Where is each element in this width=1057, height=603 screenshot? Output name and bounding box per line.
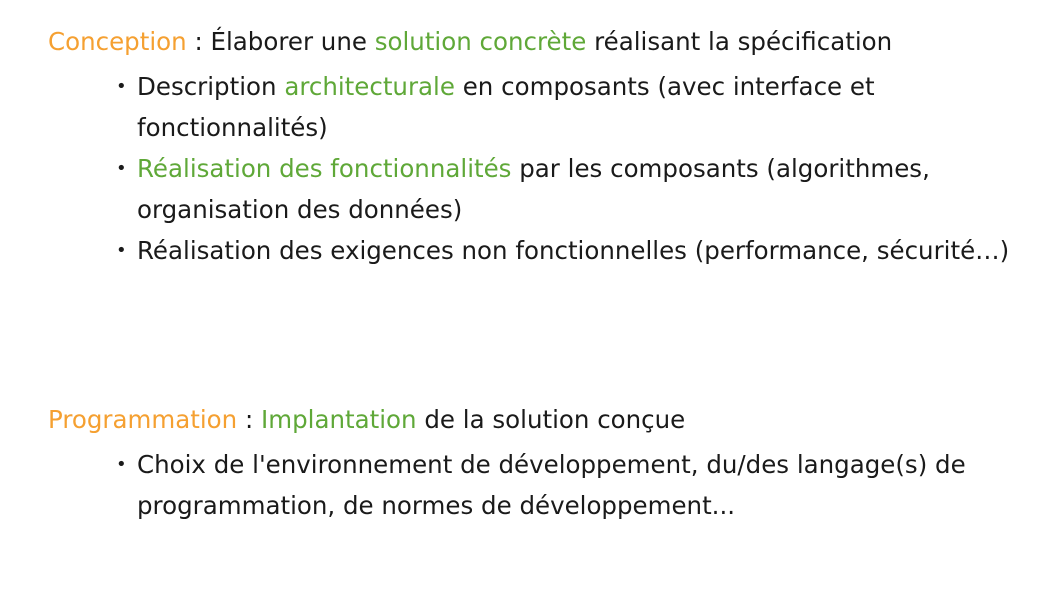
conception-text-post: réalisant la spécification [586,27,893,56]
programmation-section: Programmation : Implantation de la solut… [48,400,1028,526]
conception-bullet-1: • Description architecturale en composant… [116,66,1028,148]
conception-bullet-list: • Description architecturale en composant… [48,66,1028,271]
bullet-dot-icon: • [116,454,127,475]
programmation-highlight: Implantation [261,405,417,434]
conception-section: Conception : Élaborer une solution concr… [48,22,1028,271]
bullet-highlight: Réalisation des fonctionnalités [137,154,512,183]
programmation-bullet-1: • Choix de l'environnement de développeme… [116,444,1028,526]
slide: Conception : Élaborer une solution concr… [0,0,1057,603]
conception-bullet-3: • Réalisation des exigences non fonctionn… [116,230,1028,271]
bullet-dot-icon: • [116,76,127,97]
conception-heading: Conception : Élaborer une solution concr… [48,22,1028,62]
bullet-text: Choix de l'environnement de développemen… [137,450,966,520]
programmation-text-post: de la solution conçue [416,405,686,434]
conception-highlight: solution concrète [374,27,587,56]
bullet-text-pre: Réalisation des exigences non fonctionne… [137,236,1010,265]
bullet-dot-icon: • [116,240,127,261]
conception-term: Conception [48,27,187,56]
bullet-highlight: architecturale [284,72,455,101]
programmation-bullet-list: • Choix de l'environnement de développeme… [48,444,1028,526]
bullet-text-pre: Description [137,72,285,101]
bullet-dot-icon: • [116,158,127,179]
programmation-separator: : [237,405,262,434]
conception-bullet-2: • Réalisation des fonctionnalités par les… [116,148,1028,230]
programmation-heading: Programmation : Implantation de la solut… [48,400,1028,440]
conception-separator: : [186,27,211,56]
conception-text-pre: Élaborer une [210,27,375,56]
programmation-term: Programmation [48,405,238,434]
